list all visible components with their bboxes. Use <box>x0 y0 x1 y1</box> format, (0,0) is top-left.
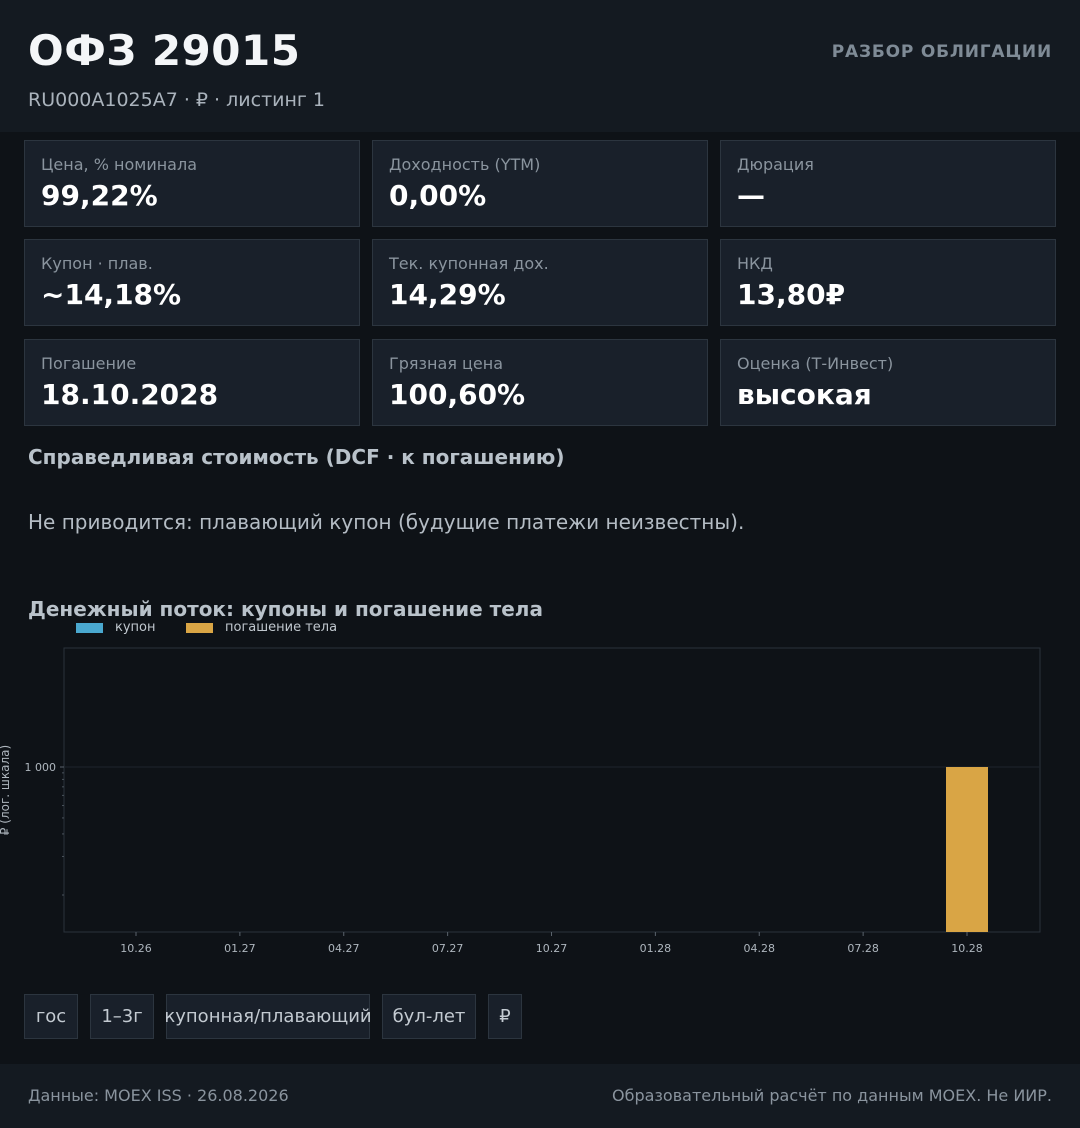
y-tick-label: 1 000 <box>25 761 57 774</box>
legend-swatch-coupon <box>76 623 103 633</box>
footer-disclaimer: Образовательный расчёт по данным MOEX. Н… <box>612 1086 1052 1105</box>
metric-value: 100,60% <box>389 378 526 411</box>
x-tick-label: 04.28 <box>744 942 776 955</box>
x-tick-label: 01.28 <box>640 942 672 955</box>
metric-card-rating: Оценка (Т-Инвест) высокая <box>720 339 1056 426</box>
metric-label: Цена, % номинала <box>41 155 198 174</box>
metric-label: Дюрация <box>737 155 814 174</box>
bond-title: ОФЗ 29015 <box>28 26 301 75</box>
metric-label: НКД <box>737 254 773 273</box>
x-tick-label: 04.27 <box>328 942 360 955</box>
metric-label: Оценка (Т-Инвест) <box>737 354 894 373</box>
metric-value: 18.10.2028 <box>41 378 219 411</box>
metric-card-dirty-price: Грязная цена 100,60% <box>372 339 708 426</box>
tag-coupon-type: купонная/плавающий <box>164 994 372 1039</box>
metric-label: Доходность (YTM) <box>389 155 541 174</box>
tag-amortization: бул-лет <box>382 994 476 1039</box>
fair-value-note: Не приводится: плавающий купон (будущие … <box>28 510 745 534</box>
metric-label: Грязная цена <box>389 354 504 373</box>
cashflow-title: Денежный поток: купоны и погашение тела <box>28 597 543 621</box>
x-tick-label: 10.28 <box>951 942 983 955</box>
metric-label: Погашение <box>41 354 137 373</box>
metric-label: Тек. купонная дох. <box>389 254 549 273</box>
x-tick-label: 01.27 <box>224 942 256 955</box>
bar-principal <box>946 767 988 932</box>
legend-swatch-principal <box>186 623 213 633</box>
legend-label-principal: погашение тела <box>225 620 338 635</box>
metric-value: 13,80₽ <box>737 278 846 311</box>
x-tick-label: 10.26 <box>120 942 152 955</box>
cashflow-chart: 1 000 ₽ (лог. шкала) 10.26 01.27 04.27 07.27 1… <box>0 647 1041 955</box>
bond-subtitle: RU000A1025A7 · ₽ · листинг 1 <box>28 89 326 111</box>
metric-card-duration: Дюрация — <box>720 140 1056 227</box>
y-axis-label: ₽ (лог. шкала) <box>0 745 12 835</box>
tag-term: 1–3г <box>90 994 154 1039</box>
metric-value: — <box>737 179 765 212</box>
metric-value: высокая <box>737 378 872 411</box>
x-tick-label: 07.27 <box>432 942 464 955</box>
header-tag: РАЗБОР ОБЛИГАЦИИ <box>831 42 1052 62</box>
fair-value-title: Справедливая стоимость (DCF · к погашени… <box>28 445 565 469</box>
tag-currency: ₽ <box>488 994 522 1039</box>
metric-card-coupon: Купон · плав. ~14,18% <box>24 239 360 326</box>
metric-value: ~14,18% <box>41 278 182 311</box>
metric-card-current-yield: Тек. купонная дох. 14,29% <box>372 239 708 326</box>
footer: Данные: MOEX ISS · 26.08.2026 Образовате… <box>0 1064 1080 1128</box>
header: ОФЗ 29015 RU000A1025A7 · ₽ · листинг 1 Р… <box>0 0 1080 132</box>
tag-gov: гос <box>24 994 78 1039</box>
metric-value: 0,00% <box>389 179 487 212</box>
metric-card-price: Цена, % номинала 99,22% <box>24 140 360 227</box>
legend-label-coupon: купон <box>115 620 156 635</box>
x-tick-label: 07.28 <box>847 942 879 955</box>
plot-area <box>63 647 1041 933</box>
metric-label: Купон · плав. <box>41 254 153 273</box>
metric-card-maturity: Погашение 18.10.2028 <box>24 339 360 426</box>
metric-value: 14,29% <box>389 278 506 311</box>
x-tick-label: 10.27 <box>536 942 568 955</box>
footer-source: Данные: MOEX ISS · 26.08.2026 <box>28 1086 289 1105</box>
metric-card-ytm: Доходность (YTM) 0,00% <box>372 140 708 227</box>
metric-value: 99,22% <box>41 179 158 212</box>
metric-card-accrued: НКД 13,80₽ <box>720 239 1056 326</box>
